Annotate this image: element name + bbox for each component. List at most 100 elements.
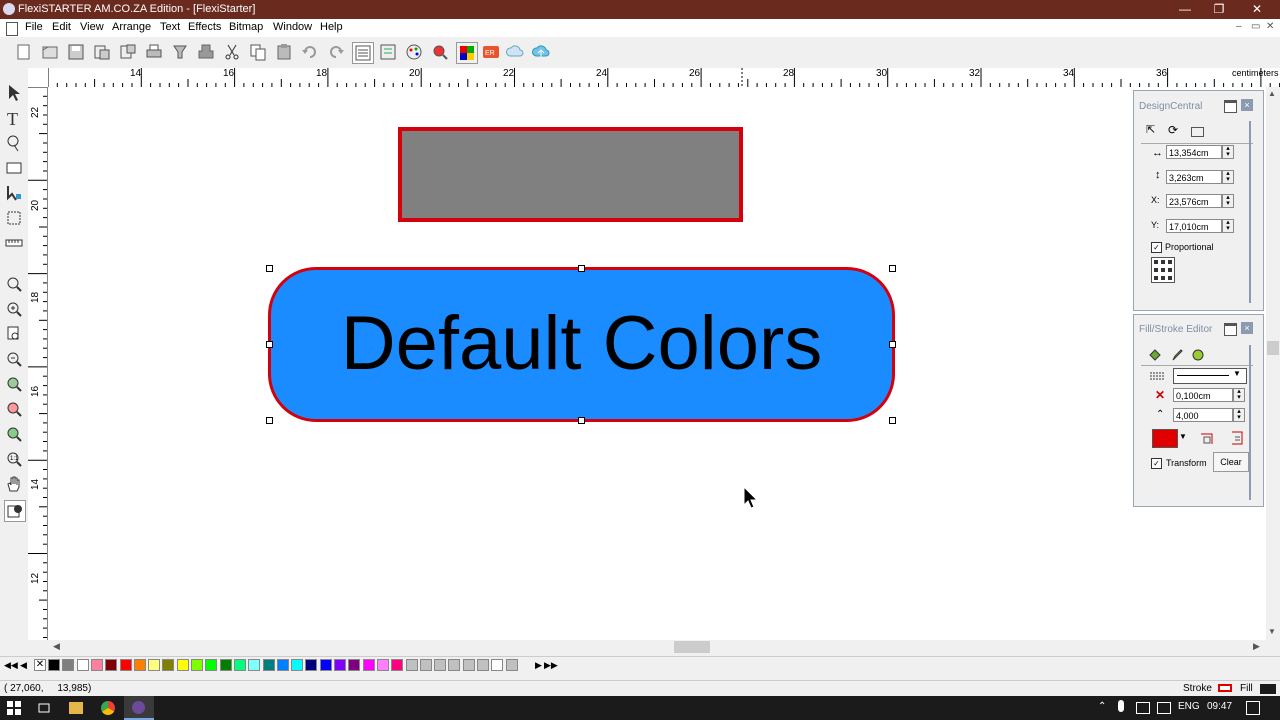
- language-indicator[interactable]: ENG: [1178, 701, 1200, 712]
- panel-restore-button[interactable]: [1224, 323, 1237, 336]
- color-swatch[interactable]: [391, 659, 404, 671]
- chevron-down-icon[interactable]: ▼: [1233, 369, 1241, 378]
- drawing-canvas[interactable]: Default Colors: [48, 87, 1266, 640]
- shape-tool-icon[interactable]: [4, 133, 24, 153]
- zoom-out-icon[interactable]: [4, 349, 24, 369]
- menu-text[interactable]: Text: [160, 21, 180, 33]
- cloud-icon[interactable]: [505, 42, 525, 62]
- color-swatch[interactable]: [405, 659, 418, 671]
- canvas-text[interactable]: Default Colors: [268, 301, 895, 387]
- vertical-ruler[interactable]: 22 20 18 16 14 12: [28, 87, 48, 640]
- anchor-grid-icon[interactable]: [1151, 257, 1175, 283]
- color-swatch[interactable]: [262, 659, 275, 671]
- color-swatch[interactable]: [362, 659, 375, 671]
- color-swatch[interactable]: [62, 659, 75, 671]
- scroll-right-icon[interactable]: ▶: [1253, 641, 1260, 652]
- menu-arrange[interactable]: Arrange: [112, 21, 151, 33]
- menu-view[interactable]: View: [80, 21, 104, 33]
- color-swatch[interactable]: [477, 659, 489, 671]
- magnifier-color-icon[interactable]: [430, 42, 450, 62]
- clock[interactable]: 09:47: [1207, 701, 1232, 712]
- proportional-checkbox[interactable]: ✓: [1151, 242, 1162, 253]
- text-tool-icon[interactable]: T: [4, 108, 24, 129]
- minimize-button[interactable]: —: [1166, 0, 1204, 19]
- width-spinner[interactable]: ▴ ▾: [1222, 145, 1234, 159]
- menu-window[interactable]: Window: [273, 21, 312, 33]
- windows-start-icon[interactable]: [7, 701, 21, 715]
- color-swatch[interactable]: [176, 659, 189, 671]
- color-swatch[interactable]: [448, 659, 461, 671]
- panel-scroll[interactable]: [1249, 121, 1251, 303]
- close-button[interactable]: ✕: [1238, 0, 1276, 19]
- network-icon[interactable]: [1157, 702, 1171, 714]
- measure-tool-icon[interactable]: [4, 233, 24, 253]
- miter-field[interactable]: 4,000: [1173, 408, 1233, 422]
- zoom-in-icon[interactable]: [4, 299, 24, 319]
- line-style-select[interactable]: ▼: [1173, 368, 1247, 384]
- panel-close-button[interactable]: ×: [1241, 322, 1253, 334]
- zoom-area-icon[interactable]: [4, 274, 24, 294]
- save-icon[interactable]: [66, 42, 86, 62]
- stroke-width-field[interactable]: 0,100cm: [1173, 388, 1233, 402]
- move-tab-icon[interactable]: ⇱: [1146, 123, 1160, 137]
- scale-tab-icon[interactable]: [1191, 127, 1204, 137]
- height-spinner[interactable]: ▴ ▾: [1222, 170, 1234, 184]
- color-swatch[interactable]: [334, 659, 346, 671]
- y-field[interactable]: 17,010cm: [1166, 219, 1222, 233]
- color-swatch[interactable]: [491, 659, 504, 671]
- select-tool-icon[interactable]: [4, 83, 24, 103]
- menu-effects[interactable]: Effects: [188, 21, 221, 33]
- restore-button[interactable]: ❐: [1200, 0, 1238, 19]
- copy-icon[interactable]: [248, 42, 268, 62]
- mdi-close-button[interactable]: ✕: [1266, 21, 1274, 32]
- flexi-taskbar-button[interactable]: [124, 696, 154, 720]
- stroke-width-spinner[interactable]: ▴ ▾: [1233, 388, 1245, 402]
- crop-tool-icon[interactable]: [4, 208, 24, 228]
- open-icon[interactable]: [40, 42, 60, 62]
- zoom-previous-icon[interactable]: [4, 424, 24, 444]
- chrome-icon[interactable]: [101, 701, 115, 715]
- panel-close-button[interactable]: ×: [1241, 99, 1253, 111]
- cloud-upload-icon[interactable]: [531, 42, 551, 62]
- color-dropdown-icon[interactable]: ▼: [1179, 432, 1187, 441]
- color-swatch[interactable]: [305, 659, 318, 671]
- color-swatch[interactable]: [90, 659, 103, 671]
- palette-prev-icon[interactable]: ◀: [20, 660, 27, 671]
- clear-button[interactable]: Clear: [1213, 452, 1249, 472]
- rotate-tab-icon[interactable]: ⟳: [1168, 123, 1182, 137]
- stroke-indicator[interactable]: [1218, 684, 1232, 692]
- task-view-icon[interactable]: [37, 701, 51, 715]
- scroll-down-icon[interactable]: ▼: [1268, 627, 1276, 636]
- color-swatch[interactable]: [233, 659, 246, 671]
- color-swatch[interactable]: [119, 659, 132, 671]
- selection-handle[interactable]: [266, 417, 273, 424]
- miter-spinner[interactable]: ▴ ▾: [1233, 408, 1245, 422]
- notification-icon[interactable]: [1246, 701, 1260, 715]
- mdi-minimize-button[interactable]: –: [1236, 21, 1242, 32]
- y-spinner[interactable]: ▴ ▾: [1222, 219, 1234, 233]
- layer-icon[interactable]: [352, 42, 374, 64]
- x-spinner[interactable]: ▴ ▾: [1222, 194, 1234, 208]
- color-swatch[interactable]: [148, 659, 161, 671]
- palette-icon[interactable]: [404, 42, 424, 62]
- menu-file[interactable]: File: [25, 21, 43, 33]
- file-explorer-icon[interactable]: [69, 702, 83, 714]
- selection-handle[interactable]: [266, 265, 273, 272]
- no-color-swatch[interactable]: ✕: [34, 659, 46, 671]
- document-icon[interactable]: [6, 22, 18, 36]
- color-swatch[interactable]: [248, 659, 261, 671]
- color-grid-icon[interactable]: [456, 42, 478, 64]
- selection-handle[interactable]: [889, 417, 896, 424]
- export-icon[interactable]: [118, 42, 138, 62]
- width-field[interactable]: 13,354cm: [1166, 145, 1222, 159]
- color-swatch[interactable]: [76, 659, 89, 671]
- fill-bucket-icon[interactable]: [1148, 348, 1162, 362]
- mdi-restore-button[interactable]: ▭: [1251, 21, 1260, 32]
- stroke-icon[interactable]: [1191, 348, 1205, 362]
- import-icon[interactable]: [92, 42, 112, 62]
- zoom-actual-icon[interactable]: 1:1: [4, 449, 24, 469]
- menu-help[interactable]: Help: [320, 21, 343, 33]
- horizontal-scrollbar[interactable]: ◀ ▶: [48, 640, 1266, 654]
- selection-handle[interactable]: [266, 341, 273, 348]
- x-field[interactable]: 23,576cm: [1166, 194, 1222, 208]
